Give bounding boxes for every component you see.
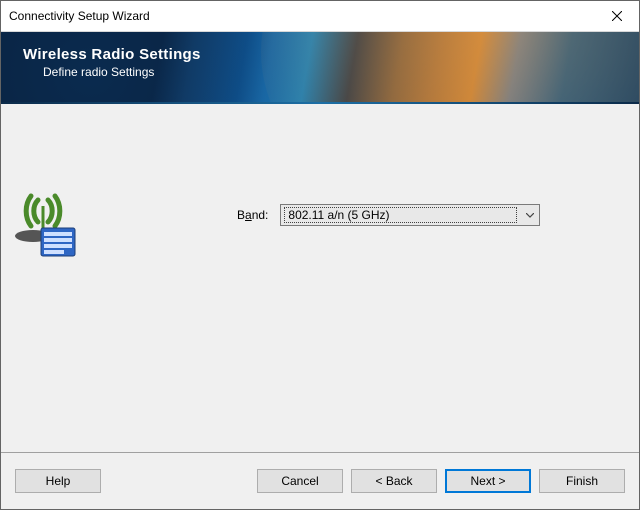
window-title: Connectivity Setup Wizard: [9, 9, 594, 23]
wizard-buttonbar: Help Cancel < Back Next > Finish: [1, 453, 639, 509]
back-button[interactable]: < Back: [351, 469, 437, 493]
close-icon: [612, 11, 622, 21]
band-row: Band: 802.11 a/n (5 GHz): [237, 204, 540, 226]
cancel-button[interactable]: Cancel: [257, 469, 343, 493]
wireless-settings-icon: [11, 192, 83, 267]
wizard-banner: Wireless Radio Settings Define radio Set…: [1, 32, 639, 102]
banner-subheading: Define radio Settings: [23, 65, 639, 79]
chevron-down-icon: [521, 205, 539, 225]
band-label-post: nd:: [252, 208, 269, 222]
close-button[interactable]: [594, 1, 639, 31]
wizard-content: Band: 802.11 a/n (5 GHz): [1, 104, 639, 452]
band-combobox-value: 802.11 a/n (5 GHz): [284, 207, 517, 223]
wizard-window: Connectivity Setup Wizard Wireless Radio…: [0, 0, 640, 510]
band-combobox[interactable]: 802.11 a/n (5 GHz): [280, 204, 540, 226]
band-label-pre: B: [237, 208, 245, 222]
titlebar: Connectivity Setup Wizard: [1, 1, 639, 32]
finish-button[interactable]: Finish: [539, 469, 625, 493]
band-label-accel: a: [245, 208, 252, 222]
banner-text: Wireless Radio Settings Define radio Set…: [1, 32, 639, 79]
banner-heading: Wireless Radio Settings: [23, 46, 639, 63]
help-button[interactable]: Help: [15, 469, 101, 493]
next-button[interactable]: Next >: [445, 469, 531, 493]
band-label: Band:: [237, 208, 268, 222]
